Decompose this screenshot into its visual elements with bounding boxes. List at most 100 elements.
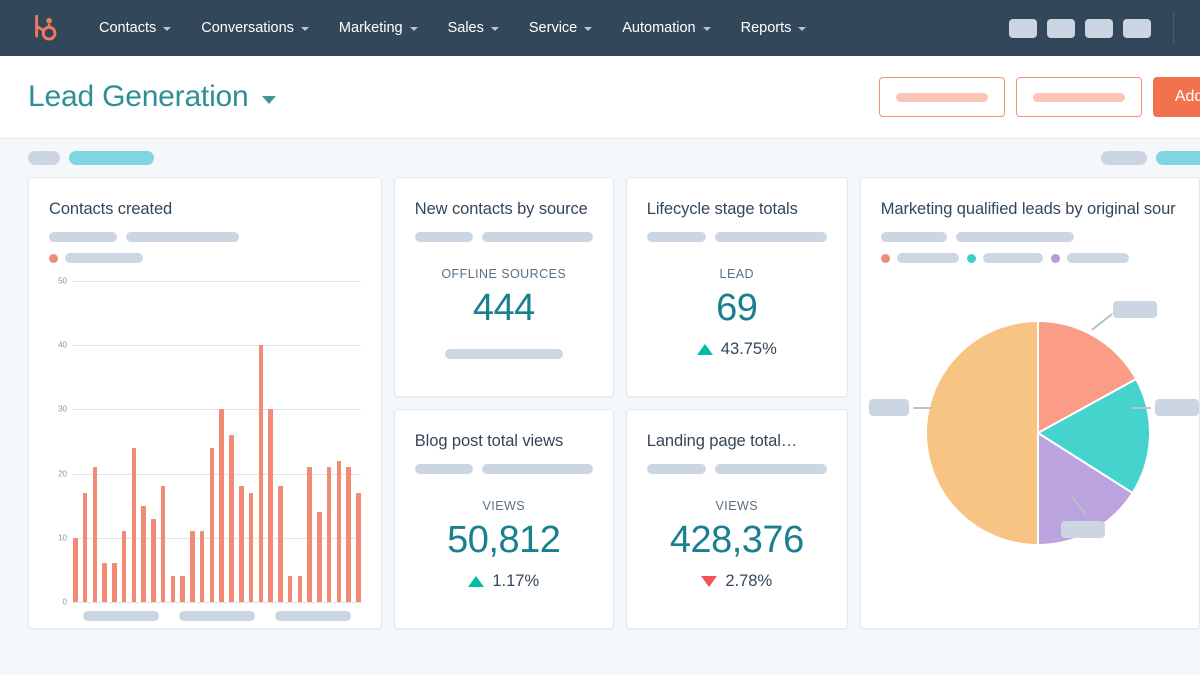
- chevron-down-icon: [491, 27, 499, 31]
- nav-item-contacts[interactable]: Contacts: [84, 14, 186, 42]
- card-lifecycle-stage-totals[interactable]: Lifecycle stage totals LEAD 69 43.75%: [626, 177, 848, 397]
- legend-label-placeholder: [1067, 253, 1129, 263]
- bar[interactable]: [73, 538, 78, 602]
- chevron-down-icon: [301, 27, 309, 31]
- card-title: Blog post total views: [415, 432, 593, 451]
- placeholder-icon-1[interactable]: [1009, 19, 1037, 38]
- bar[interactable]: [268, 409, 273, 602]
- y-axis-tick-label: 0: [63, 598, 67, 607]
- caret-down-icon: [262, 96, 276, 104]
- x-axis-label-placeholder: [179, 611, 255, 621]
- nav-menu: Contacts Conversations Marketing Sales S…: [84, 14, 821, 42]
- header-secondary-button-2[interactable]: [1016, 77, 1142, 117]
- bar[interactable]: [210, 448, 215, 602]
- x-axis-label-placeholder: [275, 611, 351, 621]
- subtitle-placeholder: [415, 464, 473, 474]
- legend-dot-icon: [1051, 254, 1060, 263]
- filter-pill-4[interactable]: [1156, 151, 1200, 165]
- bar[interactable]: [190, 531, 195, 602]
- legend-entry: [1051, 253, 1129, 263]
- bar[interactable]: [317, 512, 322, 602]
- placeholder-icon-2[interactable]: [1047, 19, 1075, 38]
- card-subtitle-placeholders: [49, 232, 361, 242]
- bar[interactable]: [327, 467, 332, 602]
- nav-item-sales[interactable]: Sales: [433, 14, 514, 42]
- pie-slice[interactable]: [926, 321, 1038, 545]
- bar[interactable]: [229, 435, 234, 602]
- nav-item-reports[interactable]: Reports: [726, 14, 822, 42]
- page-title: Lead Generation: [28, 80, 249, 114]
- legend-dot-icon: [967, 254, 976, 263]
- bar[interactable]: [171, 576, 176, 602]
- bar[interactable]: [112, 563, 117, 602]
- nav-item-label: Service: [529, 20, 577, 36]
- hubspot-sprocket-logo[interactable]: [26, 11, 60, 45]
- trend-down-icon: [701, 576, 717, 587]
- kpi-value: 69: [716, 287, 757, 331]
- dashboard-selector[interactable]: Lead Generation: [28, 80, 276, 114]
- kpi-delta-value: 2.78%: [725, 572, 772, 591]
- bar[interactable]: [298, 576, 303, 602]
- bar[interactable]: [122, 531, 127, 602]
- card-blog-post-total-views[interactable]: Blog post total views VIEWS 50,812 1.17%: [394, 409, 614, 629]
- nav-item-label: Reports: [741, 20, 792, 36]
- bar[interactable]: [83, 493, 88, 602]
- bar[interactable]: [288, 576, 293, 602]
- bar[interactable]: [278, 486, 283, 602]
- nav-item-label: Automation: [622, 20, 695, 36]
- dashboard-body: Contacts created 01020304050: [0, 139, 1200, 675]
- nav-item-label: Contacts: [99, 20, 156, 36]
- bar[interactable]: [337, 461, 342, 602]
- bar[interactable]: [102, 563, 107, 602]
- bar[interactable]: [356, 493, 361, 602]
- pie-chart-svg: [873, 285, 1200, 585]
- kpi-value: 428,376: [670, 519, 804, 563]
- pie-chart: [881, 273, 1179, 628]
- card-title: New contacts by source: [415, 200, 593, 219]
- button-label-placeholder: [1033, 93, 1125, 102]
- bar[interactable]: [239, 486, 244, 602]
- bar[interactable]: [93, 467, 98, 602]
- card-landing-page-total-views[interactable]: Landing page total… VIEWS 428,376 2.78%: [626, 409, 848, 629]
- bar[interactable]: [180, 576, 185, 602]
- page-header: Lead Generation Add re: [0, 56, 1200, 139]
- bar[interactable]: [132, 448, 137, 602]
- dashboard-toolbar: [0, 139, 1200, 177]
- filter-pill-2[interactable]: [69, 151, 154, 165]
- placeholder-icon-3[interactable]: [1085, 19, 1113, 38]
- chevron-down-icon: [410, 27, 418, 31]
- card-contacts-created[interactable]: Contacts created 01020304050: [28, 177, 382, 629]
- chevron-down-icon: [798, 27, 806, 31]
- nav-item-automation[interactable]: Automation: [607, 14, 725, 42]
- bar[interactable]: [200, 531, 205, 602]
- add-report-button[interactable]: Add re: [1153, 77, 1200, 117]
- card-subtitle-placeholders: [647, 464, 827, 474]
- nav-item-conversations[interactable]: Conversations: [186, 14, 324, 42]
- subtitle-placeholder: [415, 232, 473, 242]
- kpi-label: OFFLINE SOURCES: [441, 267, 566, 281]
- header-secondary-button-1[interactable]: [879, 77, 1005, 117]
- bar[interactable]: [161, 486, 166, 602]
- nav-item-label: Marketing: [339, 20, 403, 36]
- kpi-value: 444: [473, 287, 535, 331]
- bar[interactable]: [346, 467, 351, 602]
- trend-up-icon: [697, 344, 713, 355]
- filter-pill-1[interactable]: [28, 151, 60, 165]
- bar[interactable]: [219, 409, 224, 602]
- bar[interactable]: [259, 345, 264, 602]
- bar[interactable]: [307, 467, 312, 602]
- bar-series: [73, 281, 361, 602]
- nav-item-label: Conversations: [201, 20, 294, 36]
- nav-item-service[interactable]: Service: [514, 14, 607, 42]
- placeholder-icon-4[interactable]: [1123, 19, 1151, 38]
- filter-pill-3[interactable]: [1101, 151, 1147, 165]
- y-axis-tick-label: 20: [58, 469, 67, 478]
- bar[interactable]: [151, 519, 156, 602]
- bar[interactable]: [141, 506, 146, 602]
- bar[interactable]: [249, 493, 254, 602]
- kpi-column-1: New contacts by source OFFLINE SOURCES 4…: [394, 177, 614, 629]
- nav-item-marketing[interactable]: Marketing: [324, 14, 433, 42]
- card-new-contacts-by-source[interactable]: New contacts by source OFFLINE SOURCES 4…: [394, 177, 614, 397]
- legend-entry: [967, 253, 1043, 263]
- card-mql-by-original-source[interactable]: Marketing qualified leads by original so…: [860, 177, 1200, 629]
